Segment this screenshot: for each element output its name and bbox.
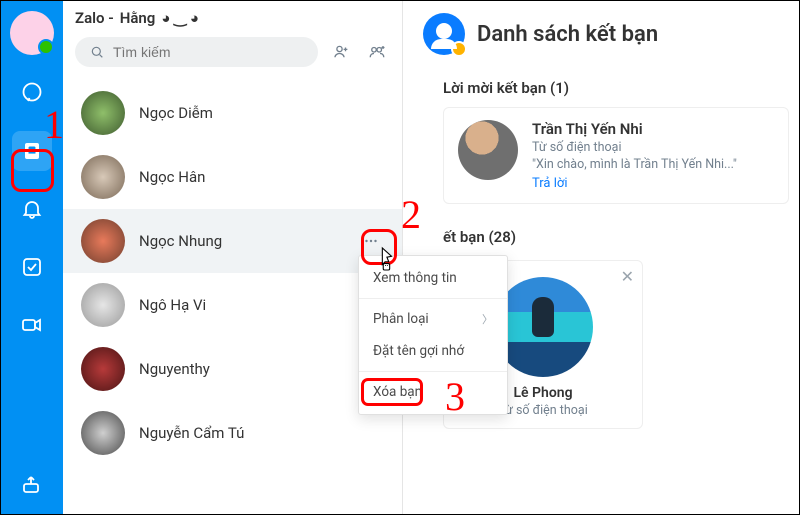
title-name: Hằng [120,9,156,27]
contact-avatar [81,347,125,391]
menu-separator [359,371,507,372]
friends-title: ết bạn (28) [443,228,789,246]
friend-requests-section: Lời mời kết bạn (1) Trần Thị Yến Nhi Từ … [423,79,789,204]
request-name: Trần Thị Yến Nhi [532,120,737,138]
menu-set-nickname[interactable]: Đặt tên gợi nhớ [359,335,507,367]
friends-section: ết bạn (28) [423,228,789,246]
contact-item[interactable]: Ngọc Nhung [63,209,402,273]
friend-list-icon [423,13,465,55]
users-plus-icon [368,43,386,61]
search-icon [89,43,105,61]
menu-separator [359,298,507,299]
nav-contacts[interactable] [12,131,52,171]
contact-item[interactable]: Ngô Hạ Vi [63,273,402,337]
nav-messages[interactable] [12,73,52,113]
verified-badge-icon [451,41,467,57]
nav-video[interactable] [12,305,52,345]
contact-avatar [81,219,125,263]
contact-item[interactable]: Ngọc Hân [63,145,402,209]
request-avatar [458,120,518,180]
right-title: Danh sách kết bạn [477,22,658,47]
context-menu: Xem thông tin Phân loại〉 Đặt tên gợi nhớ… [358,255,508,415]
friend-request-card[interactable]: Trần Thị Yến Nhi Từ số điện thoại "Xin c… [443,107,789,204]
window-title: Zalo - Hằng ◕ ‿ ◕ [63,1,402,29]
menu-remove-friend[interactable]: Xóa bạn [359,376,507,408]
contact-name: Nguyễn Cẩm Tú [139,424,244,442]
nav-todo[interactable] [12,247,52,287]
friend-avatar [493,277,593,377]
bell-icon [20,197,44,221]
check-square-icon [20,255,44,279]
contact-name: Nguyenthy [139,360,210,378]
nav-rail [1,1,63,514]
dots-icon [362,232,380,250]
search-input[interactable] [113,44,304,60]
add-friend-button[interactable] [328,39,354,65]
contact-more-button[interactable] [358,228,384,254]
requests-count: 1 [555,79,564,97]
request-reply-button[interactable]: Trả lời [532,176,737,191]
contact-item[interactable]: Nguyenthy [63,337,402,401]
contact-item[interactable]: Ngọc Diễm [63,81,402,145]
contacts-icon [20,139,44,163]
nav-notifications[interactable] [12,189,52,229]
video-icon [20,313,44,337]
contact-item[interactable]: Nguyễn Cẩm Tú [63,401,402,465]
search-input-wrap[interactable] [75,37,318,67]
menu-view-info[interactable]: Xem thông tin [359,262,507,294]
requests-title: Lời mời kết bạn (1) [443,79,789,97]
title-emoji: ◕ ‿ ◕ [161,9,199,27]
friends-count: 28 [494,228,511,246]
share-icon [20,472,44,496]
contact-name: Ngọc Nhung [139,232,222,250]
contact-name: Ngọc Hân [139,168,205,186]
contact-name: Ngô Hạ Vi [139,296,206,314]
request-source: Từ số điện thoại [532,140,737,155]
create-group-button[interactable] [364,39,390,65]
title-prefix: Zalo - [75,9,114,27]
user-plus-icon [332,43,350,61]
contact-list: Ngọc Diễm Ngọc Hân Ngọc Nhung Ngô Hạ Vi … [63,75,402,514]
contact-name: Ngọc Diễm [139,104,213,122]
menu-categorize[interactable]: Phân loại〉 [359,303,507,335]
friend-card-close[interactable]: ✕ [621,267,634,286]
request-message: "Xin chào, mình là Trần Thị Yến Nhi..." [532,157,737,172]
right-header: Danh sách kết bạn [423,13,789,55]
contact-avatar [81,283,125,327]
my-avatar[interactable] [10,11,54,55]
contact-avatar [81,155,125,199]
contact-avatar [81,411,125,455]
chat-icon [20,81,44,105]
contact-avatar [81,91,125,135]
contact-column: Zalo - Hằng ◕ ‿ ◕ Ngọc Diễm Ngọc Hân [63,1,403,514]
chevron-right-icon: 〉 [482,311,493,327]
nav-share[interactable] [12,464,52,504]
